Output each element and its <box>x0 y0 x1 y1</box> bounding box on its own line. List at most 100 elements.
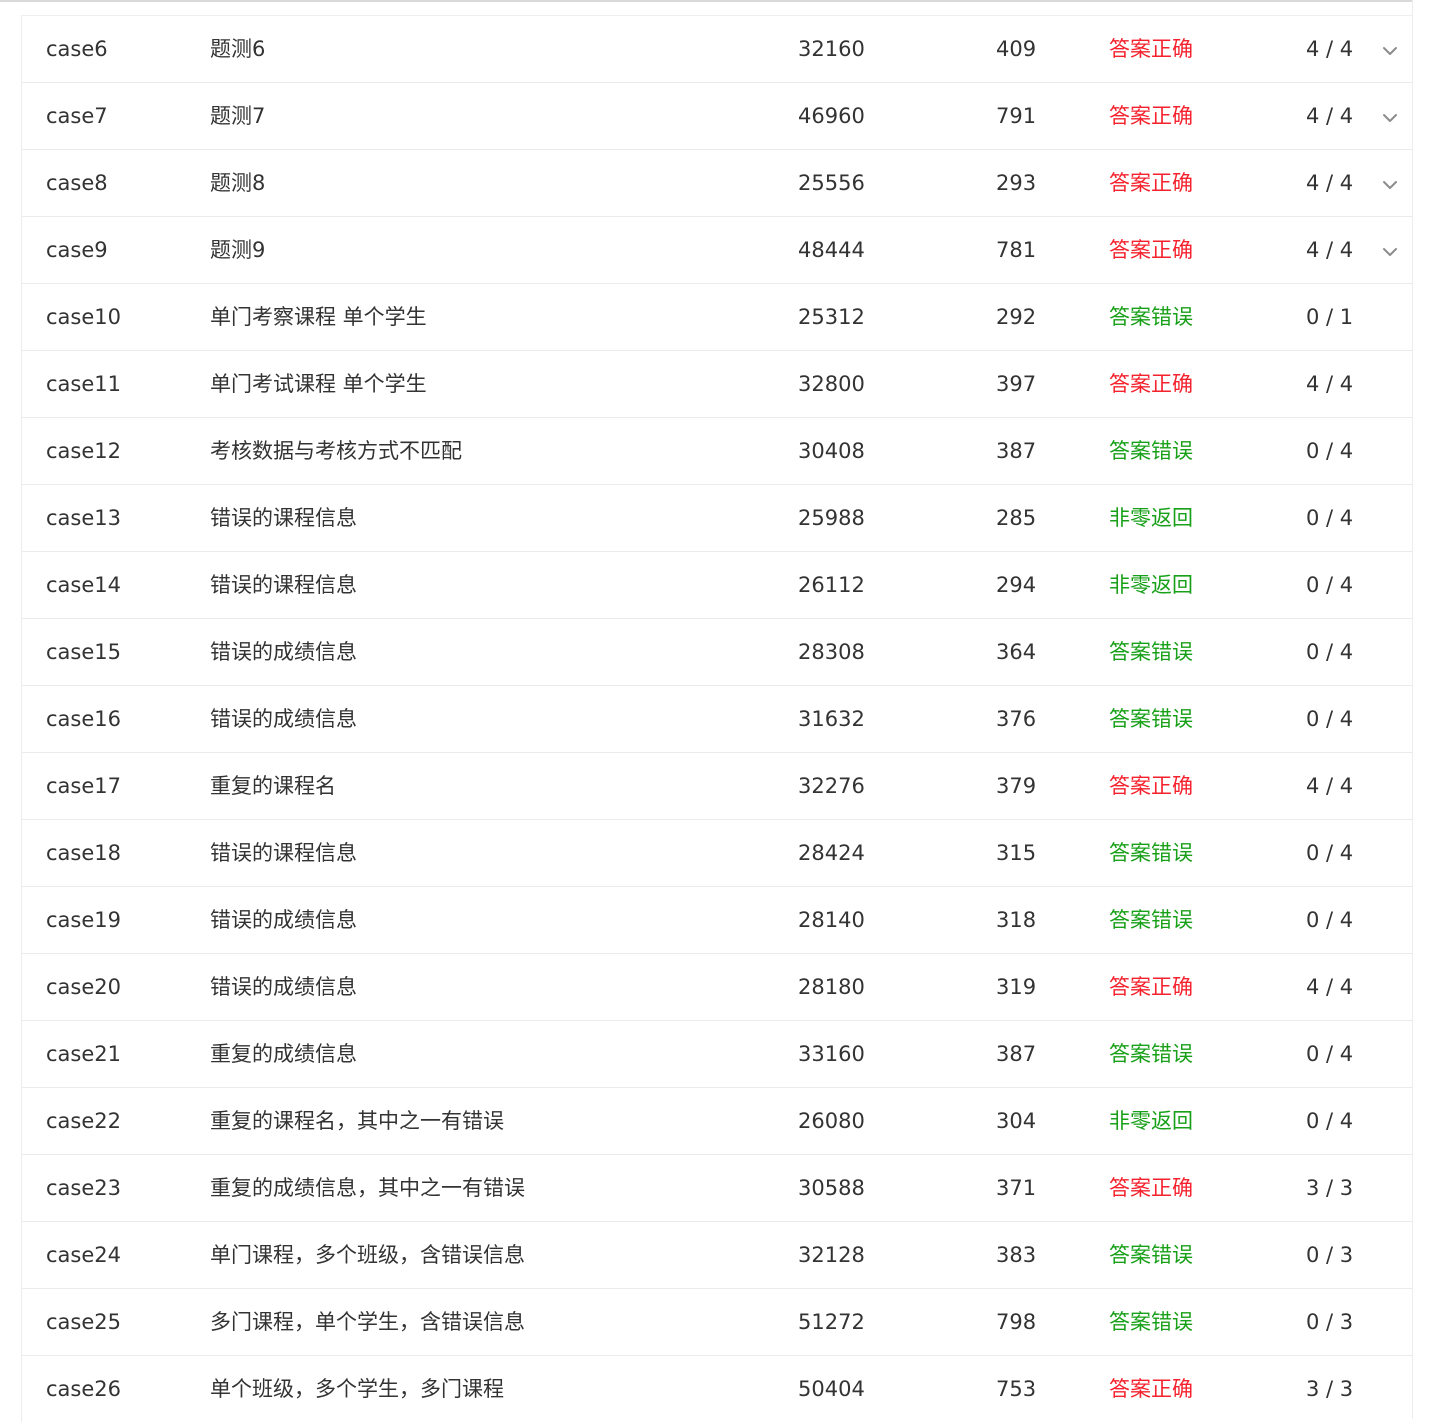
case-time: 48444 <box>798 238 865 262</box>
table-row: case10 单门考察课程 单个学生 25312 292 答案错误 0 / 1 <box>22 283 1413 350</box>
table-row: case24 单门课程，多个班级，含错误信息 32128 383 答案错误 0 / 3 <box>22 1221 1413 1288</box>
case-status: 答案错误 <box>1109 1042 1193 1066</box>
case-score: 4 / 4 <box>1306 171 1354 195</box>
case-score: 0 / 4 <box>1306 908 1354 932</box>
case-description: 重复的成绩信息 <box>210 1042 357 1066</box>
case-description: 单门课程，多个班级，含错误信息 <box>210 1243 525 1267</box>
case-name: case25 <box>46 1310 121 1334</box>
case-time: 51272 <box>798 1310 865 1334</box>
case-description: 多门课程，单个学生，含错误信息 <box>210 1310 525 1334</box>
case-time: 50404 <box>798 1377 865 1401</box>
case-score: 0 / 4 <box>1306 573 1354 597</box>
case-description: 题测8 <box>210 171 266 195</box>
case-description: 错误的成绩信息 <box>210 640 357 664</box>
case-time: 25556 <box>798 171 865 195</box>
table-row: case18 错误的课程信息 28424 315 答案错误 0 / 4 <box>22 819 1413 886</box>
case-description: 错误的成绩信息 <box>210 908 357 932</box>
case-score: 4 / 4 <box>1306 975 1354 999</box>
case-time: 32276 <box>798 774 865 798</box>
table-row: case23 重复的成绩信息，其中之一有错误 30588 371 答案正确 3 / 3 <box>22 1154 1413 1221</box>
case-memory: 409 <box>996 37 1037 61</box>
table-row[interactable]: case9 题测9 48444 781 答案正确 4 / 4 <box>22 216 1413 283</box>
case-status: 非零返回 <box>1109 506 1193 530</box>
case-name: case12 <box>46 439 121 463</box>
chevron-down-icon <box>1382 83 1398 149</box>
table-row: case19 错误的成绩信息 28140 318 答案错误 0 / 4 <box>22 886 1413 953</box>
case-memory: 383 <box>996 1243 1037 1267</box>
expand-button[interactable] <box>1378 16 1402 82</box>
case-status: 答案错误 <box>1109 439 1193 463</box>
case-memory: 798 <box>996 1310 1037 1334</box>
case-time: 28140 <box>798 908 865 932</box>
table-row[interactable]: case8 题测8 25556 293 答案正确 4 / 4 <box>22 149 1413 216</box>
case-name: case8 <box>46 171 108 195</box>
case-time: 28424 <box>798 841 865 865</box>
table-row[interactable]: case6 题测6 32160 409 答案正确 4 / 4 <box>22 15 1413 82</box>
table-row[interactable]: case7 题测7 46960 791 答案正确 4 / 4 <box>22 82 1413 149</box>
table-row: case20 错误的成绩信息 28180 319 答案正确 4 / 4 <box>22 953 1413 1020</box>
case-status: 答案正确 <box>1109 37 1193 61</box>
case-description: 错误的课程信息 <box>210 841 357 865</box>
case-time: 25988 <box>798 506 865 530</box>
case-status: 答案正确 <box>1109 1176 1193 1200</box>
case-score: 3 / 3 <box>1306 1377 1354 1401</box>
case-description: 题测9 <box>210 238 266 262</box>
table-row: case17 重复的课程名 32276 379 答案正确 4 / 4 <box>22 752 1413 819</box>
case-status: 答案错误 <box>1109 305 1193 329</box>
case-time: 26112 <box>798 573 865 597</box>
case-name: case15 <box>46 640 121 664</box>
case-memory: 319 <box>996 975 1037 999</box>
case-name: case7 <box>46 104 108 128</box>
case-memory: 791 <box>996 104 1037 128</box>
table-row: case15 错误的成绩信息 28308 364 答案错误 0 / 4 <box>22 618 1413 685</box>
case-time: 32160 <box>798 37 865 61</box>
case-status: 答案错误 <box>1109 1310 1193 1334</box>
case-name: case14 <box>46 573 121 597</box>
case-score: 4 / 4 <box>1306 104 1354 128</box>
expand-button[interactable] <box>1378 83 1402 149</box>
case-name: case23 <box>46 1176 121 1200</box>
case-name: case11 <box>46 372 121 396</box>
case-score: 0 / 4 <box>1306 707 1354 731</box>
top-divider <box>0 0 1412 2</box>
test-case-table: case6 题测6 32160 409 答案正确 4 / 4 case7 题测7 46960 79… <box>21 15 1413 1422</box>
case-status: 答案正确 <box>1109 774 1193 798</box>
table-row: case21 重复的成绩信息 33160 387 答案错误 0 / 4 <box>22 1020 1413 1087</box>
case-status: 非零返回 <box>1109 573 1193 597</box>
case-score: 4 / 4 <box>1306 372 1354 396</box>
case-name: case24 <box>46 1243 121 1267</box>
case-description: 题测6 <box>210 37 266 61</box>
case-memory: 387 <box>996 1042 1037 1066</box>
case-score: 0 / 1 <box>1306 305 1354 329</box>
case-memory: 379 <box>996 774 1037 798</box>
case-time: 28308 <box>798 640 865 664</box>
chevron-down-icon <box>1382 16 1398 82</box>
case-time: 33160 <box>798 1042 865 1066</box>
case-status: 非零返回 <box>1109 1109 1193 1133</box>
case-score: 0 / 4 <box>1306 439 1354 463</box>
case-description: 错误的成绩信息 <box>210 975 357 999</box>
table-row: case26 单个班级，多个学生，多门课程 50404 753 答案正确 3 / 3 <box>22 1355 1413 1422</box>
case-status: 答案错误 <box>1109 707 1193 731</box>
case-status: 答案错误 <box>1109 1243 1193 1267</box>
case-description: 重复的课程名 <box>210 774 336 798</box>
case-description: 错误的成绩信息 <box>210 707 357 731</box>
table-row: case14 错误的课程信息 26112 294 非零返回 0 / 4 <box>22 551 1413 618</box>
expand-button[interactable] <box>1378 217 1402 283</box>
case-name: case18 <box>46 841 121 865</box>
case-time: 31632 <box>798 707 865 731</box>
case-score: 0 / 4 <box>1306 1109 1354 1133</box>
case-status: 答案正确 <box>1109 171 1193 195</box>
case-description: 单个班级，多个学生，多门课程 <box>210 1377 504 1401</box>
case-description: 考核数据与考核方式不匹配 <box>210 439 462 463</box>
case-name: case19 <box>46 908 121 932</box>
case-name: case16 <box>46 707 121 731</box>
case-name: case26 <box>46 1377 121 1401</box>
expand-button[interactable] <box>1378 150 1402 216</box>
case-status: 答案正确 <box>1109 104 1193 128</box>
case-memory: 315 <box>996 841 1037 865</box>
case-name: case17 <box>46 774 121 798</box>
case-name: case6 <box>46 37 108 61</box>
case-status: 答案正确 <box>1109 372 1193 396</box>
chevron-down-icon <box>1382 150 1398 216</box>
